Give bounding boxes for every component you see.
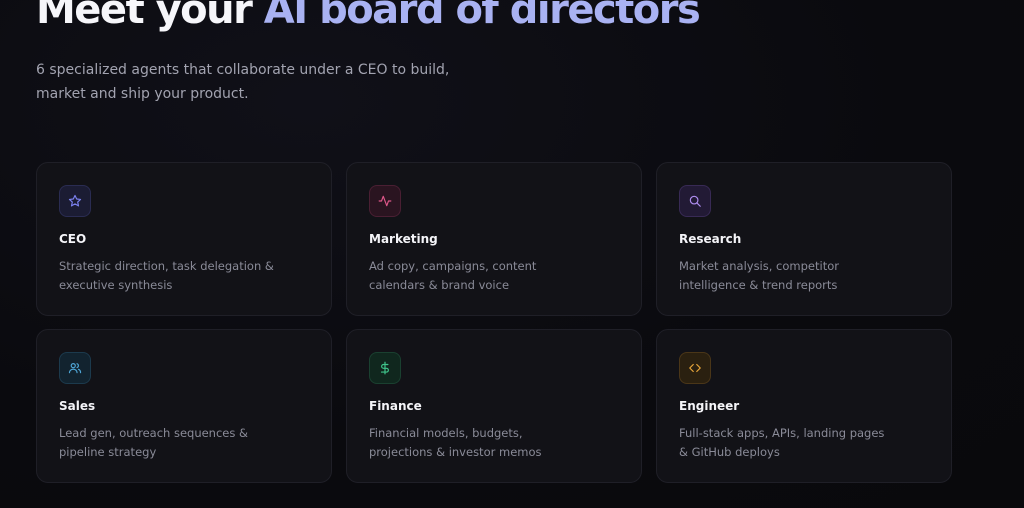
agent-card-sales: Sales Lead gen, outreach sequences & pip…	[36, 329, 332, 483]
agent-name: Research	[679, 232, 742, 246]
agent-card-finance: Finance Financial models, budgets, proje…	[346, 329, 642, 483]
activity-icon	[378, 195, 392, 207]
agent-icon-box	[369, 352, 401, 384]
agent-card-research: Research Market analysis, competitor int…	[656, 162, 952, 316]
agent-icon-box	[679, 352, 711, 384]
agent-description: Market analysis, competitor intelligence…	[679, 259, 839, 292]
agent-icon-box	[369, 185, 401, 217]
agent-card-marketing: Marketing Ad copy, campaigns, content ca…	[346, 162, 642, 316]
hero-title-prefix: Meet your	[36, 0, 264, 33]
agent-name: Marketing	[369, 232, 438, 246]
agent-icon-box	[59, 185, 91, 217]
agent-name: Sales	[59, 399, 96, 413]
agent-description: Lead gen, outreach sequences & pipeline …	[59, 426, 248, 459]
agent-name: Finance	[369, 399, 422, 413]
agent-name: Engineer	[679, 399, 740, 413]
hero-subtitle: 6 specialized agents that collaborate un…	[36, 62, 450, 102]
agent-card-engineer: Engineer Full-stack apps, APIs, landing …	[656, 329, 952, 483]
agent-icon-box	[679, 185, 711, 217]
agent-icon-box	[59, 352, 91, 384]
dollar-icon	[380, 361, 389, 375]
hero-title-accent: AI board of directors	[263, 0, 701, 33]
code-icon	[689, 363, 701, 373]
hero-title: Meet your AI board of directors	[36, 0, 701, 36]
agent-card-ceo: CEO Strategic direction, task delegation…	[36, 162, 332, 316]
search-icon	[689, 195, 701, 207]
users-icon	[68, 363, 82, 374]
agent-description: Financial models, budgets, projections &…	[369, 426, 542, 459]
agents-grid: CEO Strategic direction, task delegation…	[36, 162, 952, 483]
agent-description: Strategic direction, task delegation & e…	[59, 259, 274, 292]
star-icon	[68, 194, 82, 207]
agent-description: Full-stack apps, APIs, landing pages & G…	[679, 426, 885, 459]
agent-name: CEO	[59, 232, 87, 246]
agent-description: Ad copy, campaigns, content calendars & …	[369, 259, 537, 292]
